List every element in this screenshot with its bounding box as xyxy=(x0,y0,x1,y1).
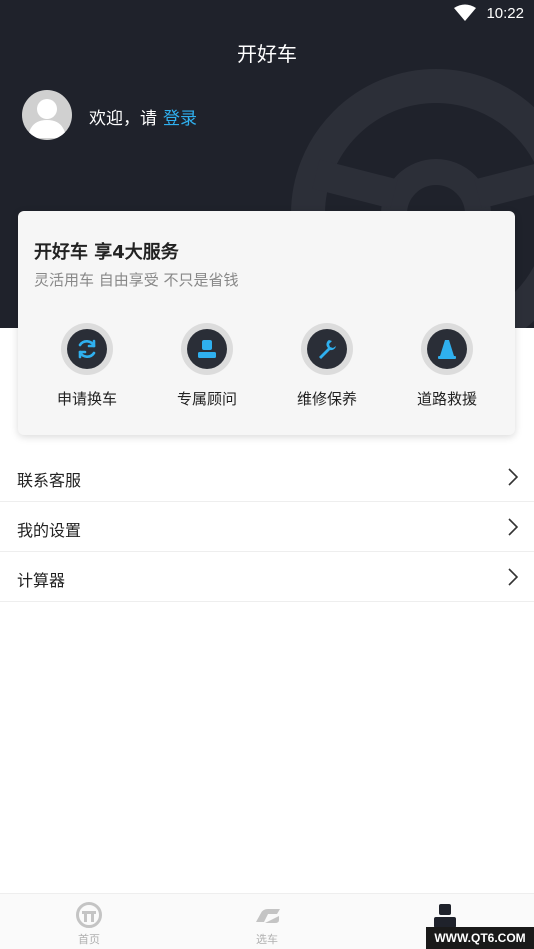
home-wheel-icon xyxy=(76,902,102,928)
menu-item-label: 计算器 xyxy=(17,571,66,590)
service-road-rescue[interactable]: 道路救援 xyxy=(387,323,507,409)
menu-item-contact-support[interactable]: 联系客服 xyxy=(0,452,534,502)
settings-menu: 联系客服 我的设置 计算器 xyxy=(0,452,534,602)
profile-icon xyxy=(434,904,456,928)
menu-item-label: 我的设置 xyxy=(17,521,82,540)
service-label: 道路救援 xyxy=(416,390,477,408)
avatar[interactable] xyxy=(22,90,72,140)
page-title: 开好车 xyxy=(237,42,297,66)
service-card-subtitle: 灵活用车 自由享受 不只是省钱 xyxy=(34,271,239,289)
service-icon-ring xyxy=(181,323,233,375)
tab-choose-car[interactable]: 选车 xyxy=(178,894,356,949)
user-avatar-icon xyxy=(28,99,66,138)
menu-item-my-settings[interactable]: 我的设置 xyxy=(0,502,534,552)
service-apply-change-car[interactable]: 申请换车 xyxy=(27,323,147,409)
tab-label: 首页 xyxy=(78,933,100,946)
status-bar: 10:22 xyxy=(0,0,534,30)
chevron-right-icon xyxy=(508,518,518,536)
login-link[interactable]: 登录 xyxy=(163,109,197,129)
welcome-message: 欢迎，请 登录 xyxy=(89,104,197,129)
menu-item-calculator[interactable]: 计算器 xyxy=(0,552,534,602)
service-card: 开好车 享4大服务 灵活用车 自由享受 不只是省钱 申请换车 专属顾问 维修保养… xyxy=(18,211,515,435)
status-time: 10:22 xyxy=(486,5,524,22)
service-icon-ring xyxy=(301,323,353,375)
service-icon-ring xyxy=(421,323,473,375)
service-list: 申请换车 专属顾问 维修保养 道路救援 xyxy=(18,323,515,423)
tab-label: 选车 xyxy=(256,933,278,946)
refresh-icon xyxy=(67,329,107,369)
chevron-right-icon xyxy=(508,568,518,586)
service-label: 专属顾问 xyxy=(176,390,237,408)
site-watermark: WWW.QT6.COM xyxy=(426,927,534,949)
service-card-title: 开好车 享4大服务 xyxy=(34,242,179,263)
car-icon xyxy=(256,909,280,923)
service-maintenance[interactable]: 维修保养 xyxy=(267,323,387,409)
service-label: 申请换车 xyxy=(56,390,117,408)
wrench-icon xyxy=(307,329,347,369)
service-exclusive-consultant[interactable]: 专属顾问 xyxy=(147,323,267,409)
consultant-icon xyxy=(187,329,227,369)
service-label: 维修保养 xyxy=(296,390,357,408)
welcome-text: 欢迎，请 xyxy=(89,109,157,129)
tab-home[interactable]: 首页 xyxy=(0,894,178,949)
traffic-cone-icon xyxy=(427,329,467,369)
menu-item-label: 联系客服 xyxy=(17,471,82,490)
chevron-right-icon xyxy=(508,468,518,486)
service-icon-ring xyxy=(61,323,113,375)
wifi-icon xyxy=(454,4,476,21)
